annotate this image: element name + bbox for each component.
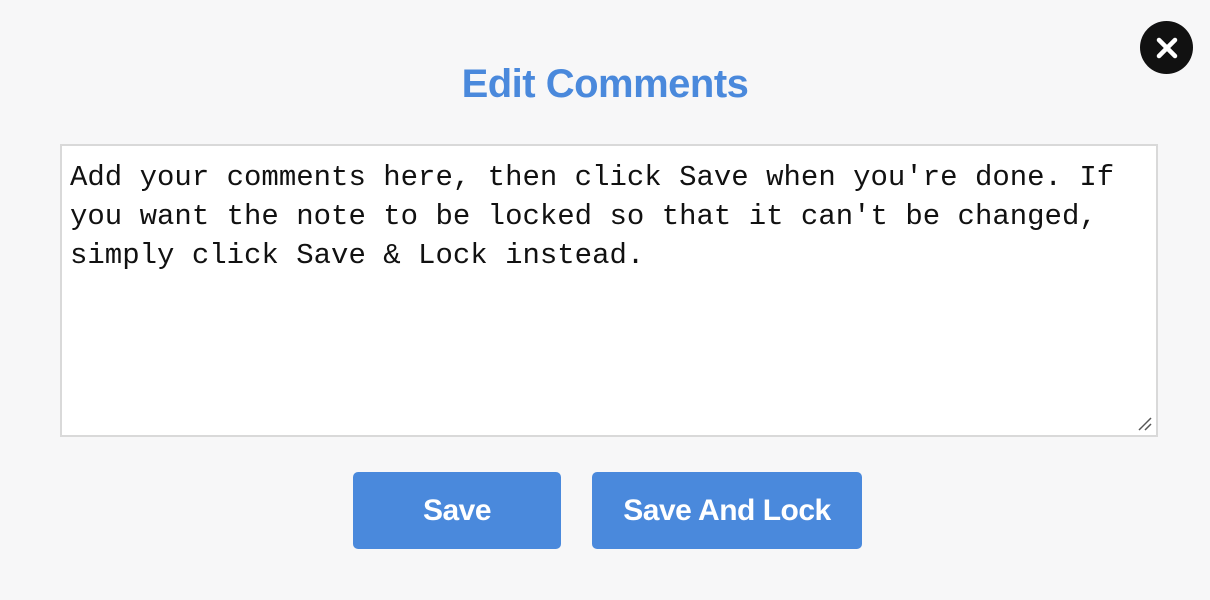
comments-editor-container: Add your comments here, then click Save … [60, 144, 1158, 437]
close-icon [1156, 37, 1177, 58]
edit-comments-dialog: Edit Comments Add your comments here, th… [0, 0, 1210, 600]
save-and-lock-button[interactable]: Save And Lock [592, 472, 862, 549]
dialog-title: Edit Comments [461, 62, 749, 106]
save-button[interactable]: Save [353, 472, 561, 549]
comments-textarea[interactable]: Add your comments here, then click Save … [62, 146, 1156, 435]
resize-handle-icon[interactable] [1135, 414, 1153, 432]
